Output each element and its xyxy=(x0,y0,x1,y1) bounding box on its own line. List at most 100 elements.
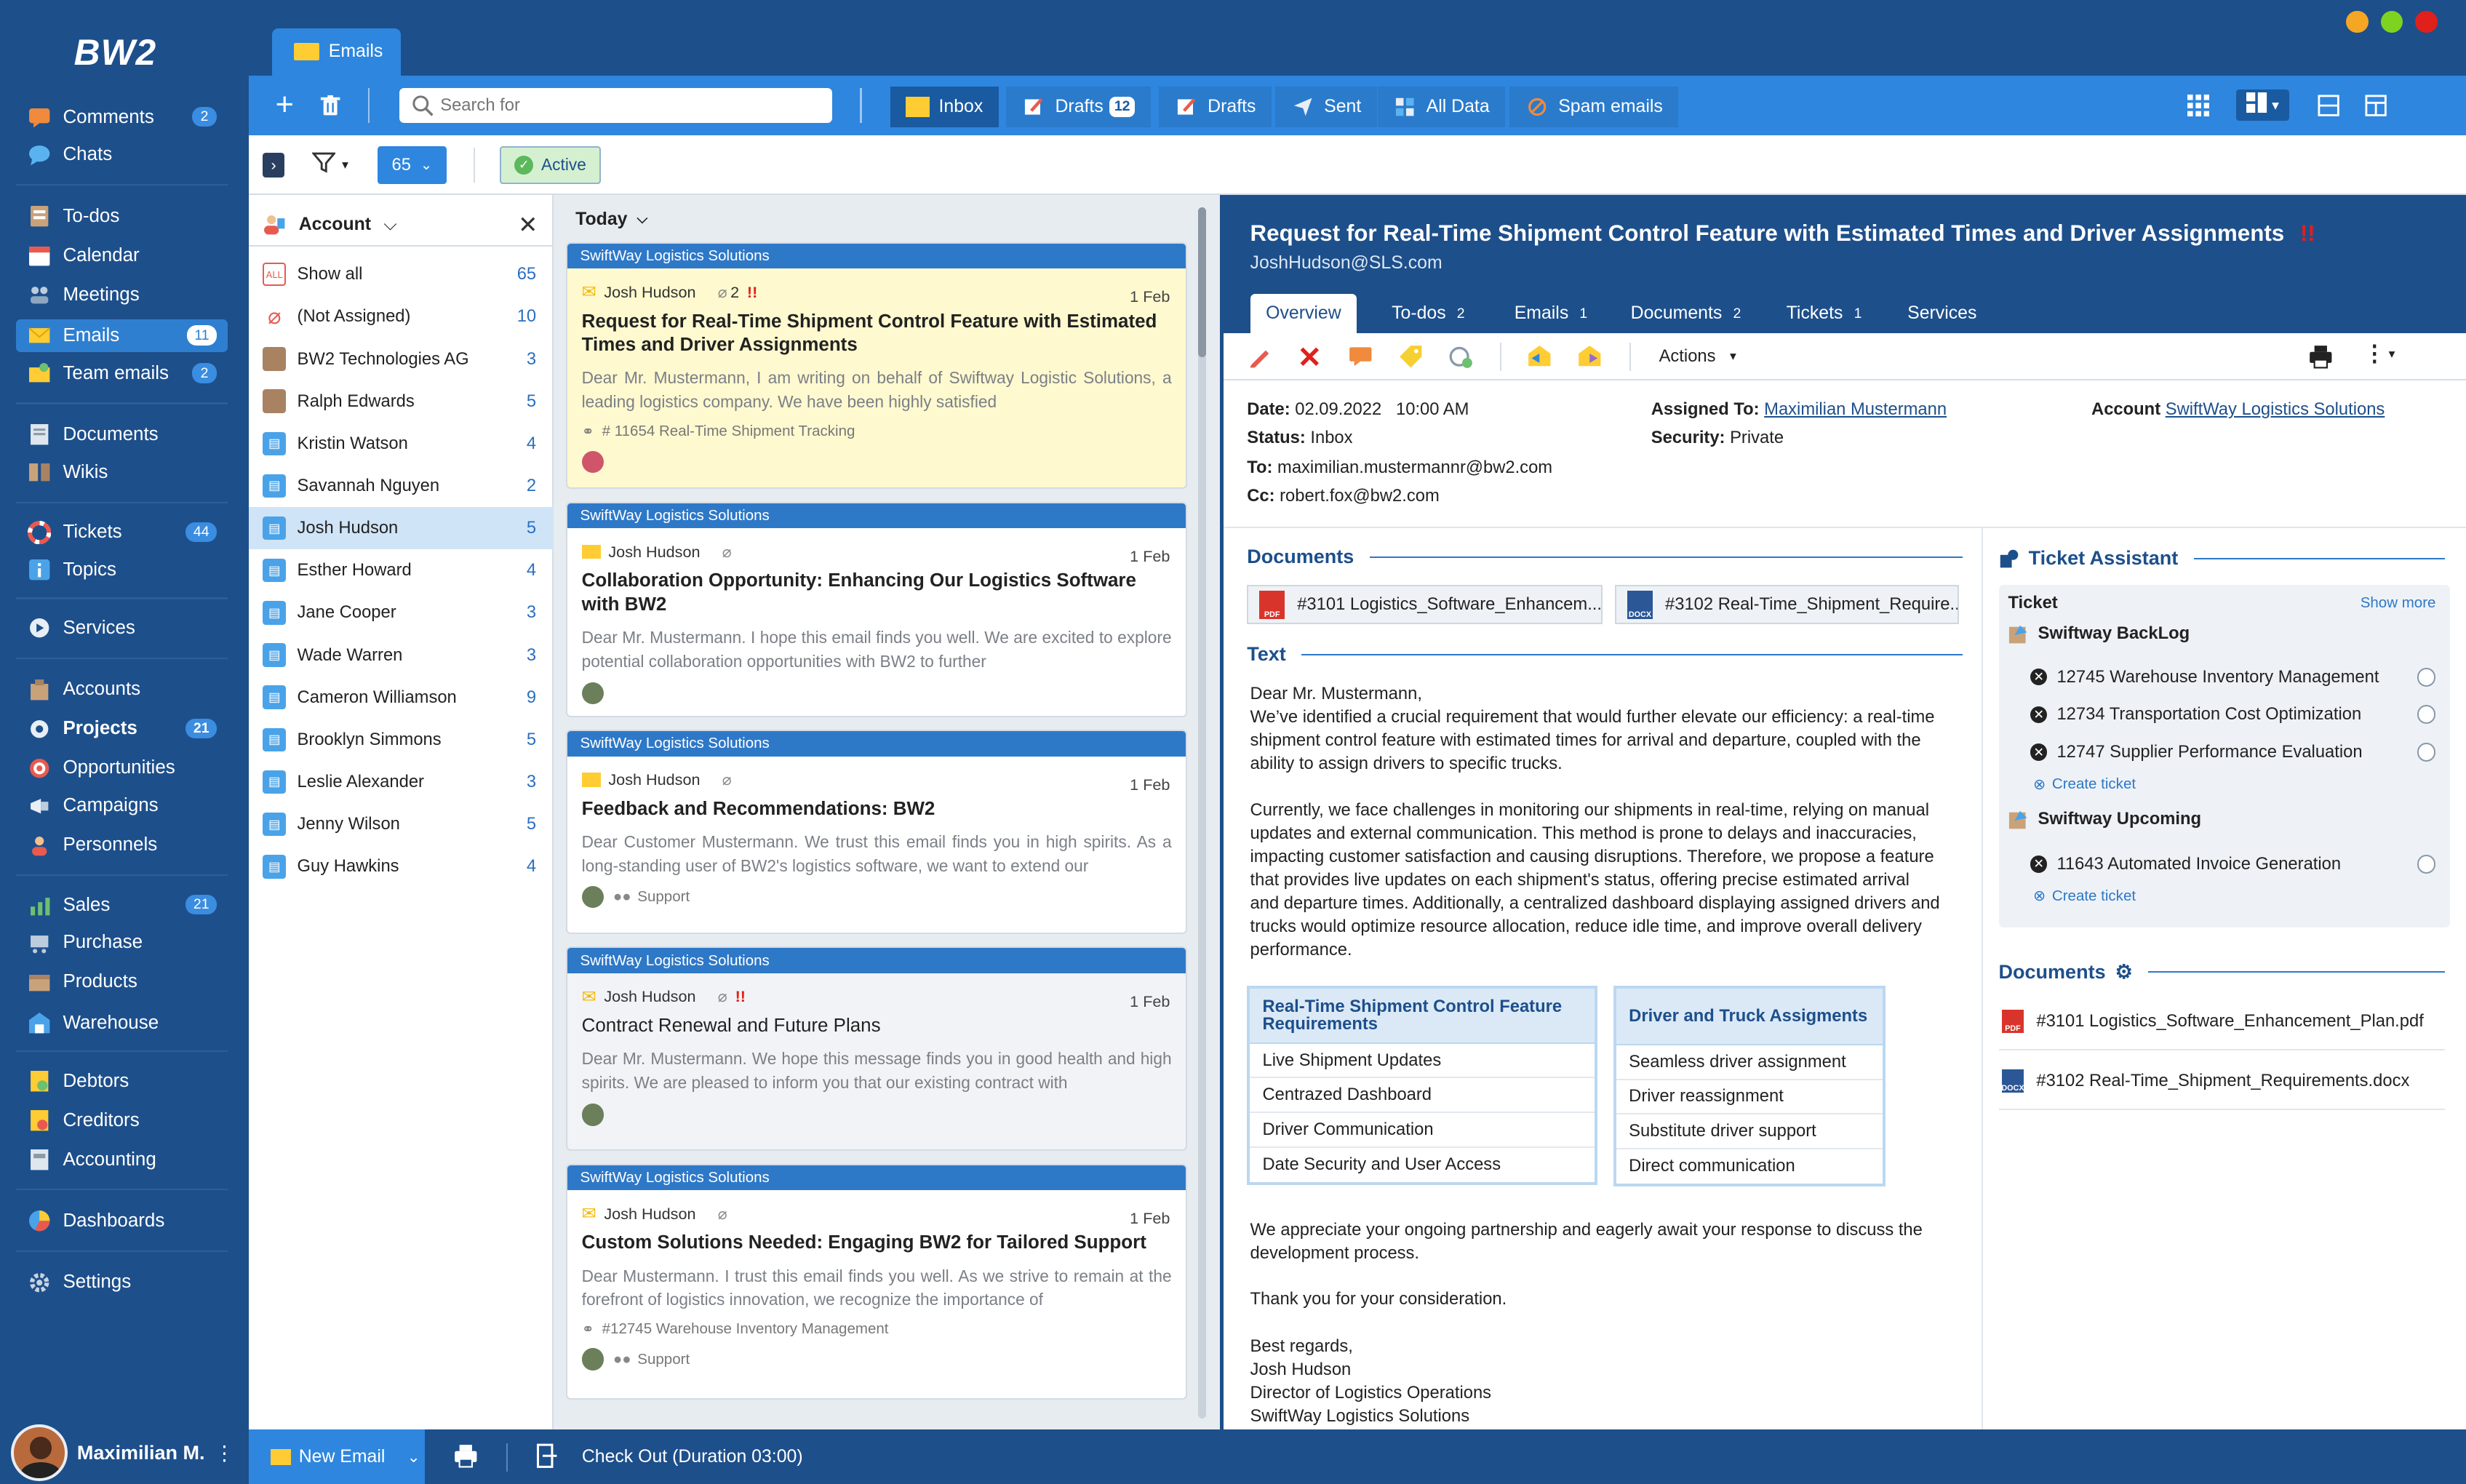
sidebar-item-purchase[interactable]: Purchase xyxy=(16,926,228,959)
account-row[interactable]: ▤ Jenny Wilson 5 xyxy=(249,803,554,845)
email-card[interactable]: SwiftWay Logistics Solutions Josh Hudson… xyxy=(566,501,1188,717)
tab-tickets[interactable]: Tickets 1 xyxy=(1771,294,1878,333)
account-row[interactable]: ▤ Esther Howard 4 xyxy=(249,549,554,591)
tab-all-data[interactable]: All Data xyxy=(1377,86,1506,128)
more-vertical-icon[interactable]: ⋮ xyxy=(215,1441,235,1465)
ticket-item[interactable]: ✕ 11643 Automated Invoice Generation xyxy=(2030,854,2442,874)
active-filter-chip[interactable]: ✓ Active xyxy=(500,146,601,184)
ticket-item[interactable]: ✕ 12734 Transportation Cost Optimization xyxy=(2030,704,2442,725)
account-row[interactable]: ALL Show all 65 xyxy=(249,253,554,295)
sidebar-item-personnels[interactable]: Personnels xyxy=(16,829,228,861)
linked-ticket[interactable]: # 11654 Real-Time Shipment Tracking xyxy=(602,423,855,440)
ticket-group[interactable]: Swiftway Upcoming xyxy=(2008,808,2201,830)
tab-emails[interactable]: Emails xyxy=(271,28,402,76)
split-horizontal-icon[interactable] xyxy=(2316,93,2342,119)
pencil-icon[interactable] xyxy=(1247,344,1272,370)
create-ticket-link[interactable]: ⊗ Create ticket xyxy=(2033,887,2136,905)
sidebar-item-todos[interactable]: To-dos xyxy=(16,200,228,233)
tab-documents[interactable]: Documents 2 xyxy=(1615,294,1757,333)
sidebar-item-team-emails[interactable]: Team emails 2 xyxy=(16,357,228,390)
assigned-link[interactable]: Maximilian Mustermann xyxy=(1764,399,1947,419)
account-row[interactable]: ▤ Savannah Nguyen 2 xyxy=(249,465,554,507)
trash-icon[interactable] xyxy=(318,91,343,119)
sidebar-item-accounting[interactable]: Accounting xyxy=(16,1144,228,1176)
account-row[interactable]: ▤ Jane Cooper 3 xyxy=(249,591,554,634)
tab-overview[interactable]: Overview xyxy=(1250,294,1357,334)
account-row[interactable]: Ralph Edwards 5 xyxy=(249,380,554,422)
linked-ticket[interactable]: #12745 Warehouse Inventory Management xyxy=(602,1320,889,1338)
account-row[interactable]: BW2 Technologies AG 3 xyxy=(249,338,554,380)
tab-inbox[interactable]: Inbox xyxy=(890,86,999,128)
add-ticket-icon[interactable] xyxy=(2417,705,2436,725)
gear-icon[interactable]: ⚙ xyxy=(2115,961,2133,984)
tab-drafts[interactable]: Drafts xyxy=(1159,86,1272,128)
sidebar-item-warehouse[interactable]: Warehouse xyxy=(16,1006,228,1039)
close-button[interactable] xyxy=(2415,11,2438,33)
tab-sent[interactable]: Sent xyxy=(1275,86,1377,128)
sidebar-item-accounts[interactable]: Accounts xyxy=(16,673,228,706)
grid-view-icon[interactable] xyxy=(2186,93,2211,119)
print-icon[interactable] xyxy=(2308,344,2334,370)
account-row[interactable]: ▤ Josh Hudson 5 xyxy=(248,506,554,550)
delete-icon[interactable] xyxy=(1297,344,1322,370)
sidebar-item-chats[interactable]: Chats xyxy=(16,138,228,171)
sidebar-item-dashboards[interactable]: Dashboards xyxy=(16,1205,228,1237)
search-input[interactable] xyxy=(440,95,832,116)
comment-icon[interactable] xyxy=(1348,344,1373,370)
sidebar-item-settings[interactable]: Settings xyxy=(16,1266,228,1298)
account-link[interactable]: SwiftWay Logistics Solutions xyxy=(2166,399,2385,419)
chevron-down-icon[interactable]: ⌄ xyxy=(407,1448,420,1467)
document-item[interactable]: DOCX #3102 Real-Time_Shipment_Requirement… xyxy=(2001,1069,2409,1093)
chevron-down-icon[interactable]: ▾ xyxy=(2389,346,2395,362)
forward-icon[interactable] xyxy=(1577,344,1603,370)
sidebar-item-comments[interactable]: Comments 2 xyxy=(16,100,228,133)
email-card[interactable]: SwiftWay Logistics Solutions ✉ Josh Hudso… xyxy=(566,1163,1188,1400)
email-card[interactable]: SwiftWay Logistics Solutions Josh Hudson… xyxy=(566,730,1188,935)
sidebar-item-documents[interactable]: Documents xyxy=(16,418,228,451)
sidebar-item-projects[interactable]: Projects 21 xyxy=(16,712,228,745)
print-icon[interactable] xyxy=(453,1443,479,1469)
checkout-icon[interactable] xyxy=(533,1443,559,1469)
account-row[interactable]: ▤ Kristin Watson 4 xyxy=(249,423,554,465)
sidebar-item-emails[interactable]: Emails 11 xyxy=(15,319,228,353)
sidebar-item-wikis[interactable]: Wikis xyxy=(16,456,228,489)
tab-services[interactable]: Services xyxy=(1892,294,1992,333)
close-icon[interactable]: ✕ xyxy=(518,211,538,239)
add-ticket-icon[interactable] xyxy=(2417,854,2436,874)
email-card[interactable]: SwiftWay Logistics Solutions ✉ Josh Hudso… xyxy=(566,242,1188,490)
tab-spam[interactable]: Spam emails xyxy=(1509,86,1679,128)
user-menu[interactable]: Maximilian M. ⋮ xyxy=(0,1421,249,1484)
search-box[interactable] xyxy=(399,88,832,123)
group-header-today[interactable]: Today ⌵ xyxy=(575,210,647,230)
count-dropdown[interactable]: 65 ⌄ xyxy=(377,146,447,184)
account-row[interactable]: ▤ Wade Warren 3 xyxy=(249,634,554,676)
document-chip[interactable]: DOCX #3102 Real-Time_Shipment_Require... xyxy=(1615,585,1960,625)
more-vertical-icon[interactable]: ⋮ xyxy=(2363,341,2385,367)
tab-emails[interactable]: Emails 1 xyxy=(1499,294,1603,333)
scrollbar-thumb[interactable] xyxy=(1198,207,1206,357)
account-row[interactable]: ⌀ (Not Assigned) 10 xyxy=(249,295,554,338)
account-row[interactable]: ▤ Guy Hawkins 4 xyxy=(249,845,554,887)
document-chip[interactable]: PDF #3101 Logistics_Software_Enhancem... xyxy=(1247,585,1603,625)
sidebar-item-opportunities[interactable]: Opportunities xyxy=(16,751,228,784)
new-email-button[interactable]: New Email ⌄ xyxy=(248,1429,425,1484)
add-ticket-icon[interactable] xyxy=(2417,743,2436,762)
split-grid-icon[interactable] xyxy=(2363,93,2389,119)
scrollbar-track[interactable] xyxy=(1198,207,1206,1419)
expand-panel-button[interactable]: › xyxy=(263,152,285,178)
sidebar-item-debtors[interactable]: Debtors xyxy=(16,1064,228,1097)
document-item[interactable]: PDF #3101 Logistics_Software_Enhancement_… xyxy=(2001,1009,2424,1034)
account-row[interactable]: ▤ Brooklyn Simmons 5 xyxy=(249,719,554,761)
sidebar-item-meetings[interactable]: Meetings xyxy=(16,279,228,311)
add-button[interactable]: + xyxy=(271,87,299,122)
tab-drafts-count[interactable]: Drafts 12 xyxy=(1006,86,1151,128)
sidebar-item-sales[interactable]: Sales 21 xyxy=(16,888,228,921)
minimize-button[interactable] xyxy=(2346,11,2369,33)
create-ticket-link[interactable]: ⊗ Create ticket xyxy=(2033,775,2136,794)
sync-icon[interactable] xyxy=(1448,344,1474,370)
email-card[interactable]: SwiftWay Logistics Solutions ✉ Josh Hudso… xyxy=(566,946,1188,1152)
layout-dropdown[interactable]: ▾ xyxy=(2235,89,2290,121)
maximize-button[interactable] xyxy=(2380,11,2403,33)
account-row[interactable]: ▤ Leslie Alexander 3 xyxy=(249,761,554,803)
actions-dropdown[interactable]: Actions ▾ xyxy=(1659,346,1736,367)
